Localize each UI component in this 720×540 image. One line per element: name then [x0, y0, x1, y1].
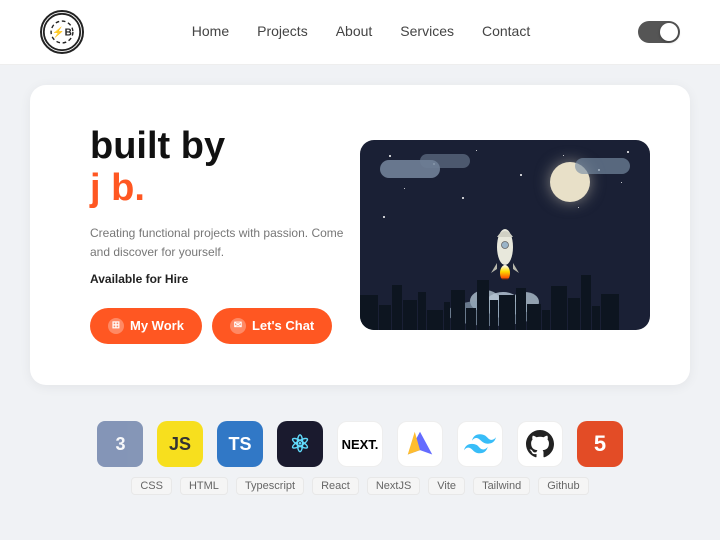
nav-about[interactable]: About: [336, 23, 373, 39]
nav-contact[interactable]: Contact: [482, 23, 530, 39]
cloud-top-center: [420, 154, 470, 168]
js-icon: JS: [157, 421, 203, 467]
label-react: React: [312, 477, 359, 495]
hero-text: built by j b. Creating functional projec…: [90, 126, 350, 344]
label-vite: Vite: [428, 477, 465, 495]
hero-section: built by j b. Creating functional projec…: [30, 85, 690, 385]
github-icon: [517, 421, 563, 467]
rocket-svg: [490, 225, 520, 280]
hero-title-line1: built by: [90, 126, 350, 168]
css-icon: 3: [97, 421, 143, 467]
logo[interactable]: ⚡B: [40, 10, 84, 54]
nav-links: Home Projects About Services Contact: [192, 23, 530, 41]
ts-icon: TS: [217, 421, 263, 467]
dark-mode-toggle[interactable]: [638, 21, 680, 43]
hero-buttons: ⊞ My Work ✉ Let's Chat: [90, 308, 350, 344]
hero-title-line2: j b.: [90, 168, 350, 210]
lets-chat-button[interactable]: ✉ Let's Chat: [212, 308, 332, 344]
btn-work-label: My Work: [130, 318, 184, 333]
nav-home[interactable]: Home: [192, 23, 229, 39]
my-work-button[interactable]: ⊞ My Work: [90, 308, 202, 344]
work-icon: ⊞: [108, 318, 124, 334]
rocket: [490, 225, 520, 280]
label-typescript: Typescript: [236, 477, 304, 495]
tech-section: 3 JS TS ⚛ NEXT.: [0, 405, 720, 495]
tech-labels-row: CSS HTML Typescript React NextJS Vite Ta…: [131, 477, 588, 495]
available-badge: Available for Hire: [90, 272, 350, 286]
nav-projects[interactable]: Projects: [257, 23, 308, 39]
navbar: ⚡B Home Projects About Services Contact: [0, 0, 720, 65]
svg-text:⚡B: ⚡B: [52, 26, 72, 39]
chat-icon: ✉: [230, 318, 246, 334]
city-skyline: [360, 275, 650, 330]
tailwind-icon: [457, 421, 503, 467]
tech-icons-row: 3 JS TS ⚛ NEXT.: [97, 421, 623, 467]
label-html: HTML: [180, 477, 228, 495]
label-css: CSS: [131, 477, 172, 495]
label-github: Github: [538, 477, 588, 495]
vite-icon: [397, 421, 443, 467]
label-tailwind: Tailwind: [473, 477, 530, 495]
hero-illustration: [360, 140, 650, 330]
toggle-knob: [660, 23, 678, 41]
nextjs-icon: NEXT.: [337, 421, 383, 467]
html5-icon: 5: [577, 421, 623, 467]
label-nextjs: NextJS: [367, 477, 420, 495]
nav-services[interactable]: Services: [400, 23, 454, 39]
cloud-top-right: [575, 158, 630, 174]
hero-description: Creating functional projects with passio…: [90, 224, 350, 262]
react-icon: ⚛: [277, 421, 323, 467]
btn-chat-label: Let's Chat: [252, 318, 314, 333]
